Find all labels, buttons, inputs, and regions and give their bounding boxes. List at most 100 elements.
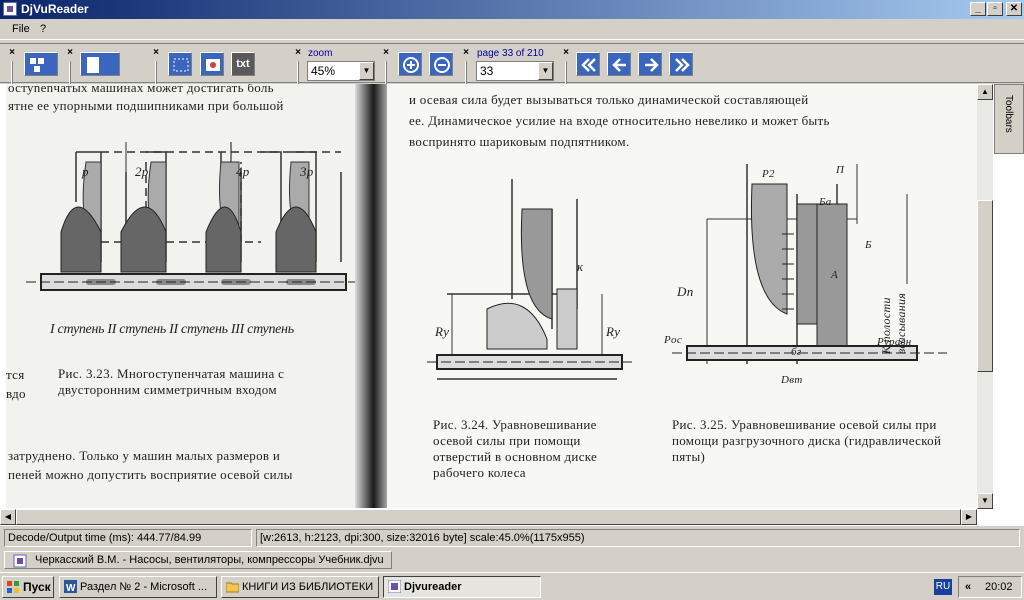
close-button[interactable]: ✕ [1006,2,1022,16]
document-tab-bar: Черкасский В.М. - Насосы, вентиляторы, к… [0,549,1024,570]
chevron-down-icon[interactable]: ▼ [538,62,553,80]
scroll-right-button[interactable]: ▶ [961,509,977,525]
document-viewer[interactable]: остуnenчатых машинах может достигать бол… [0,84,1024,526]
scroll-up-button[interactable]: ▲ [977,84,993,100]
app-icon[interactable] [3,2,17,16]
page-text-line: воспринято шариковым подпятником. [409,134,630,149]
zoom-in-icon [403,57,419,73]
toolbar-grip[interactable]: × [64,47,76,85]
toolbar-grip[interactable]: × [460,47,472,85]
figure-3-24 [427,179,632,380]
figure-caption: Рис. 3.24. Уравновешивание осевой силы п… [433,417,598,480]
clock: 20:02 [985,581,1013,593]
minimize-button[interactable]: _ [970,2,986,16]
page-label: page 33 of 210 [477,48,544,59]
windows-logo-icon [7,581,19,593]
system-tray: « 20:02 [958,576,1022,598]
selection-icon [173,58,189,72]
page-text-line: пеней можно допустить восприятие осевой … [8,467,293,482]
page-value: 33 [480,64,494,78]
scroll-down-button[interactable]: ▼ [977,493,993,509]
fig-label-k: к [577,259,584,274]
document-tab-label: Черкасский В.М. - Насосы, вентиляторы, к… [35,554,384,566]
image-icon [206,59,220,71]
language-indicator[interactable]: RU [934,579,952,595]
layout-button[interactable] [24,52,58,76]
zoom-out-button[interactable] [429,52,453,76]
arrow-right-icon [645,58,659,72]
fig-label-dn: Dп [677,284,694,299]
tray-expand-icon[interactable]: « [965,581,971,593]
toolbar-grip[interactable]: × [292,47,304,85]
page-mode-button[interactable] [80,52,120,76]
fig-label-bg: бг [791,346,802,358]
last-page-button[interactable] [669,52,693,76]
fig-label-p: p [82,164,89,179]
toolbar-grip[interactable]: × [6,47,18,85]
figure-caption: Рис. 3.25. Уравновешивание осевой силы п… [672,417,942,464]
toolbar-grip[interactable]: × [380,47,392,85]
fig-label-p2: P2 [762,168,775,180]
image-button[interactable] [200,52,224,76]
toolbar-grip[interactable]: × [560,47,572,85]
taskbar: Пуск W Раздел № 2 - Microsoft ... КНИГИ … [0,572,1024,600]
menu-help[interactable]: ? [36,23,50,35]
task-label: Раздел № 2 - Microsoft ... [80,581,208,593]
right-page: и осевая сила будет вызываться только ди… [387,84,977,508]
scroll-thumb[interactable] [977,200,993,372]
margin-text: тся [6,367,25,382]
task-djvureader[interactable]: Djvureader [383,576,541,598]
toolbars-label: Toolbars [1003,95,1014,133]
fig-label-ry: Rу [606,324,621,339]
zoom-value: 45% [311,64,336,78]
page-icon [87,57,99,73]
zoom-in-button[interactable] [398,52,422,76]
stage-labels: I ступень II ступень II ступень III ступ… [50,322,294,337]
first-page-button[interactable] [576,52,600,76]
chevron-down-icon[interactable]: ▼ [359,62,374,80]
fig-label-ry: Rу [435,324,450,339]
menu-file[interactable]: File [8,23,34,35]
layout-icon [30,58,44,72]
page-text-line: и осевая сила будет вызываться только ди… [409,92,809,107]
page-text-line: затруднено. Только у машин малых размеро… [8,448,281,463]
status-decode: Decode/Output time (ms): 444.77/84.99 [4,529,252,547]
fig-label-a: А [831,269,839,281]
toolbar: × × × txt × zoom 45% ▼ × × page 33 of 210… [0,43,1024,85]
toolbars-panel[interactable]: Toolbars [994,84,1024,154]
fig-label-dt: Dвт [781,374,803,386]
horizontal-scrollbar[interactable]: ◀ ▶ [0,509,977,525]
word-icon: W [64,580,77,593]
fig-label-n: П [836,164,845,176]
arrow-left-icon [612,58,626,72]
djvu-icon [13,554,27,568]
page-text-line: ее. Динамическое усилие на входе относит… [409,113,830,128]
status-info: [w:2613, h:2123, dpi:300, size:32016 byt… [256,529,1020,547]
page-select[interactable]: 33 ▼ [476,61,554,81]
next-page-button[interactable] [638,52,662,76]
select-button[interactable] [168,52,192,76]
prev-page-button[interactable] [607,52,631,76]
toolbar-grip[interactable]: × [150,47,162,85]
scroll-thumb[interactable] [16,509,961,525]
document-tab[interactable]: Черкасский В.М. - Насосы, вентиляторы, к… [4,551,392,569]
task-folder[interactable]: КНИГИ ИЗ БИБЛИОТЕКИ [221,576,379,598]
fig-label-b: Б [865,239,872,251]
txt-button[interactable]: txt [231,52,255,76]
zoom-label: zoom [308,48,333,59]
menu-bar: File ? [0,20,1024,40]
folder-icon [226,582,239,593]
vertical-scrollbar[interactable]: ▲ ▼ [977,84,993,509]
page-text-line: остуnenчатых машинах может достигать бол… [8,84,274,95]
book-spine [355,84,389,508]
start-button[interactable]: Пуск [2,576,54,598]
scroll-left-button[interactable]: ◀ [0,509,16,525]
task-word[interactable]: W Раздел № 2 - Microsoft ... [59,576,217,598]
fig-label-poc: Pос [664,334,683,346]
maximize-button[interactable]: ▫ [987,2,1003,16]
zoom-select[interactable]: 45% ▼ [307,61,375,81]
svg-text:W: W [66,583,76,593]
page-text-line: ятне ее упорными подшипниками при большо… [8,98,284,113]
margin-text: вдо [6,386,26,401]
task-label: КНИГИ ИЗ БИБЛИОТЕКИ [242,581,374,593]
